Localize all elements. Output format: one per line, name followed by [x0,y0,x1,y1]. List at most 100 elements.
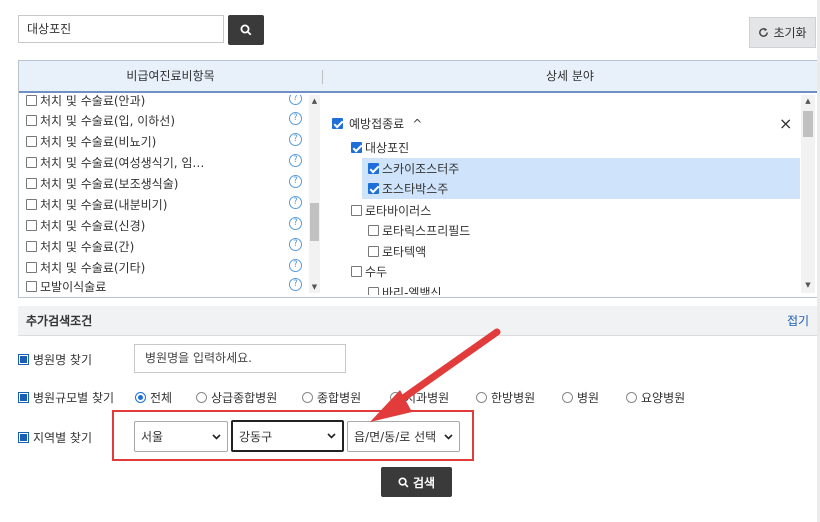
tree-node-label: 수두 [365,265,388,279]
hospital-size-label: 병원규모별 찾기 [33,391,115,405]
tree-node[interactable]: 대상포진 [351,137,409,158]
help-icon[interactable]: ? [289,175,302,188]
radio-dot[interactable] [196,392,207,403]
tree-leaf[interactable]: 로타텍액 [368,241,426,262]
reset-button[interactable]: 초기화 [749,17,816,48]
refresh-icon [759,27,769,37]
list-item[interactable]: 처치 및 수술료(내분비기) ? [26,194,302,214]
list-item-label: 처치 및 수술료(안과) [40,95,146,108]
scroll-up-arrow-icon[interactable]: ▲ [309,97,320,105]
search-button[interactable] [228,15,264,45]
checkbox[interactable] [368,246,379,257]
help-icon[interactable]: ? [289,133,302,146]
list-item-label: 처치 및 수술료(내분비기) [40,197,168,212]
right-column-header: 상세 분야 [546,69,594,83]
tree-leaf[interactable]: 스카이조스터주 [368,158,459,179]
tree-leaf[interactable]: 로타릭스프리필드 [368,220,470,241]
radio-dot[interactable] [135,392,146,403]
region-label: 지역별 찾기 [33,431,93,445]
checkbox[interactable] [26,198,37,210]
scroll-up-arrow-icon[interactable]: ▲ [801,97,815,105]
list-item[interactable]: 모발이식술료 ? [26,276,302,295]
left-scrollbar[interactable] [309,95,320,293]
tree-node-label: 로타텍액 [382,245,427,259]
checkbox[interactable] [368,183,379,194]
checkbox[interactable] [26,177,37,189]
list-item[interactable]: 처치 및 수술료(간) ? [26,236,302,256]
checkbox[interactable] [368,287,379,295]
help-icon[interactable]: ? [289,95,302,105]
tree-node-label: 조스타박스주 [382,182,449,196]
list-item[interactable]: 처치 및 수술료(보조생식술) ? [26,173,302,193]
list-item[interactable]: 처치 및 수술료(안과) ? [26,95,302,110]
help-icon[interactable]: ? [289,112,302,125]
checkbox[interactable] [351,142,362,153]
right-scrollbar-thumb[interactable] [803,111,813,137]
radio-all[interactable]: 전체 [135,389,172,406]
help-icon[interactable]: ? [289,238,302,251]
hospital-name-input[interactable]: 병원명을 입력하세요. [134,344,346,373]
tree-leaf[interactable]: 바리-엘백신 [368,282,442,295]
help-icon[interactable]: ? [289,154,302,167]
checkbox[interactable] [26,280,37,292]
checkbox[interactable] [26,156,37,168]
list-item-label: 처치 및 수술료(입, 이하선) [40,113,176,128]
help-icon[interactable]: ? [289,259,302,272]
close-icon[interactable]: × [779,113,792,134]
checkbox[interactable] [368,225,379,236]
list-item[interactable]: 처치 및 수술료(여성생식기, 임… ? [26,152,302,172]
checkbox[interactable] [26,135,37,147]
radio-label: 요양병원 [641,391,686,405]
checkbox[interactable] [26,219,37,231]
scroll-down-arrow-icon[interactable]: ▼ [801,281,815,289]
radio-general-hospital[interactable]: 종합병원 [302,389,361,406]
help-icon[interactable]: ? [289,217,302,230]
help-icon[interactable]: ? [289,278,302,291]
list-item[interactable]: 처치 및 수술료(기타) ? [26,257,302,277]
radio-hospital[interactable]: 병원 [562,389,599,406]
tree-leaf[interactable]: 조스타박스주 [368,178,448,199]
submit-search-button[interactable]: 검색 [381,467,452,497]
hospital-name-label: 병원명 찾기 [33,353,93,367]
tree-node-label: 로타바이러스 [365,204,432,218]
radio-dot[interactable] [626,392,637,403]
tree-node-label: 예방접종료 [349,117,405,131]
help-icon[interactable]: ? [289,196,302,209]
checkbox[interactable] [368,163,379,174]
radio-label: 병원 [577,391,600,405]
checkbox[interactable] [351,205,362,216]
scroll-down-arrow-icon[interactable]: ▼ [309,283,320,291]
list-item-label: 처치 및 수술료(간) [40,239,135,254]
tree-node[interactable]: 수두 [351,261,387,282]
radio-label: 종합병원 [317,391,362,405]
search-icon [398,476,409,487]
tree-node-label: 스카이조스터주 [382,162,460,176]
checkbox[interactable] [26,261,37,273]
radio-tertiary-hospital[interactable]: 상급종합병원 [196,389,277,406]
radio-dot[interactable] [302,392,313,403]
search-input[interactable]: 대상포진 [18,15,224,43]
checkbox[interactable] [332,118,343,129]
list-item-label: 처치 및 수술료(신경) [40,218,146,233]
search-icon [240,24,252,36]
radio-nursing-hospital[interactable]: 요양병원 [626,389,685,406]
checkbox[interactable] [26,114,37,126]
tree-node-root[interactable]: 예방접종료 ^ [332,113,422,134]
annotation-arrow-icon [370,328,501,422]
checkbox[interactable] [351,266,362,277]
additional-conditions-title: 추가검색조건 [26,314,93,328]
radio-dot[interactable] [562,392,573,403]
collapse-icon[interactable]: ^ [412,117,422,131]
list-item[interactable]: 처치 및 수술료(비뇨기) ? [26,131,302,151]
checkbox[interactable] [26,240,37,252]
list-item[interactable]: 처치 및 수술료(신경) ? [26,215,302,235]
tree-node-label: 바리-엘백신 [382,286,442,295]
list-item-label: 처치 및 수술료(기타) [40,260,146,275]
left-column-header: 비급여진료비항목 [126,69,215,83]
left-scrollbar-thumb[interactable] [310,203,319,241]
fold-link[interactable]: 접기 [787,306,809,336]
radio-label: 상급종합병원 [211,391,278,405]
checkbox[interactable] [26,95,37,106]
tree-node[interactable]: 로타바이러스 [351,200,431,221]
list-item[interactable]: 처치 및 수술료(입, 이하선) ? [26,110,302,130]
